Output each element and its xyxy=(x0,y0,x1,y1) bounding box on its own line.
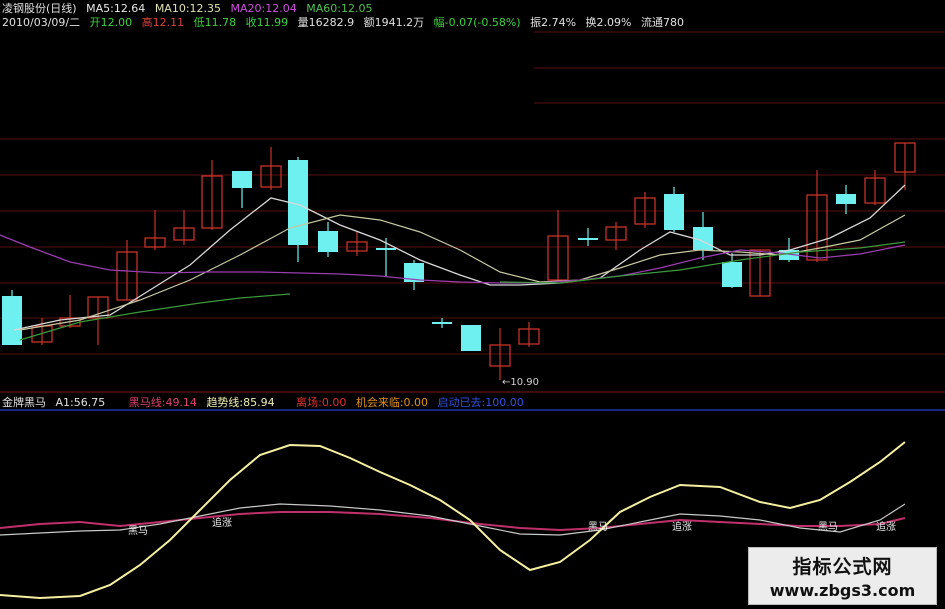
swing-value: 振2.74% xyxy=(530,16,577,29)
turnover-value: 换2.09% xyxy=(585,16,632,29)
candle-down xyxy=(432,322,452,324)
ma60-line xyxy=(19,293,291,341)
ma20-line xyxy=(0,234,906,284)
ma20-value: MA20:12.04 xyxy=(230,2,297,15)
float-value: 流通780 xyxy=(640,16,684,29)
high-value: 高12.11 xyxy=(141,16,185,29)
candle-down xyxy=(461,325,481,351)
ma5-value: MA5:12.64 xyxy=(86,2,146,15)
indicator-name: 金牌黑马 xyxy=(2,396,46,409)
header-row-1: 凌钢股份(日线) MA5:12.64 MA10:12.35 MA20:12.04… xyxy=(2,2,378,16)
signal-label: 黑马 xyxy=(818,521,838,533)
close-value: 收11.99 xyxy=(245,16,289,29)
low-price-label: ←10.90 xyxy=(502,377,539,388)
trend-value: 趋势线:85.94 xyxy=(206,396,275,409)
watermark-url: www.zbgs3.com xyxy=(769,581,916,600)
candle-down xyxy=(664,194,684,230)
candle-down xyxy=(836,194,856,204)
watermark-title: 指标公式网 xyxy=(792,556,893,578)
candle-down xyxy=(318,231,338,252)
signal-label: 追涨 xyxy=(212,516,232,529)
stock-chart-window[interactable]: ←10.90×××黑马追涨黑马追涨黑马追涨 凌钢股份(日线) MA5:12.64… xyxy=(0,0,945,609)
start-value: 启动已去:100.00 xyxy=(437,396,524,409)
header-row-2: 2010/03/09/二 开12.00 高12.11 低11.78 收11.99… xyxy=(2,16,690,30)
quit-value: 离场:0.00 xyxy=(296,396,347,409)
low-value: 低11.78 xyxy=(193,16,237,29)
signal-label: 黑马 xyxy=(588,521,608,533)
a1-value: A1:56.75 xyxy=(55,396,106,409)
ma5-line xyxy=(13,184,906,331)
heima-value: 黑马线:49.14 xyxy=(128,396,197,409)
chance-value: 机会来临:0.00 xyxy=(355,396,429,409)
site-watermark: 指标公式网 www.zbgs3.com xyxy=(748,547,937,605)
candle-down xyxy=(2,296,22,345)
signal-label: 黑马 xyxy=(128,525,148,537)
ma60-value: MA60:12.05 xyxy=(306,2,373,15)
signal-label: 追涨 xyxy=(876,520,896,533)
candle-down xyxy=(376,248,396,250)
amount-value: 额1941.2万 xyxy=(363,16,425,29)
ma10-value: MA10:12.35 xyxy=(154,2,222,15)
open-value: 开12.00 xyxy=(89,16,133,29)
signal-label: 追涨 xyxy=(672,520,692,533)
stock-title: 凌钢股份(日线) xyxy=(2,2,77,15)
candle-down xyxy=(578,238,598,240)
indicator-header: 金牌黑马 A1:56.75 黑马线:49.14 趋势线:85.94 离场:0.0… xyxy=(2,396,530,410)
volume-value: 量16282.9 xyxy=(297,16,355,29)
candle-down xyxy=(232,171,252,188)
date-label: 2010/03/09/二 xyxy=(2,16,81,29)
candle-down xyxy=(722,262,742,287)
change-value: 幅-0.07(-0.58%) xyxy=(433,16,521,29)
